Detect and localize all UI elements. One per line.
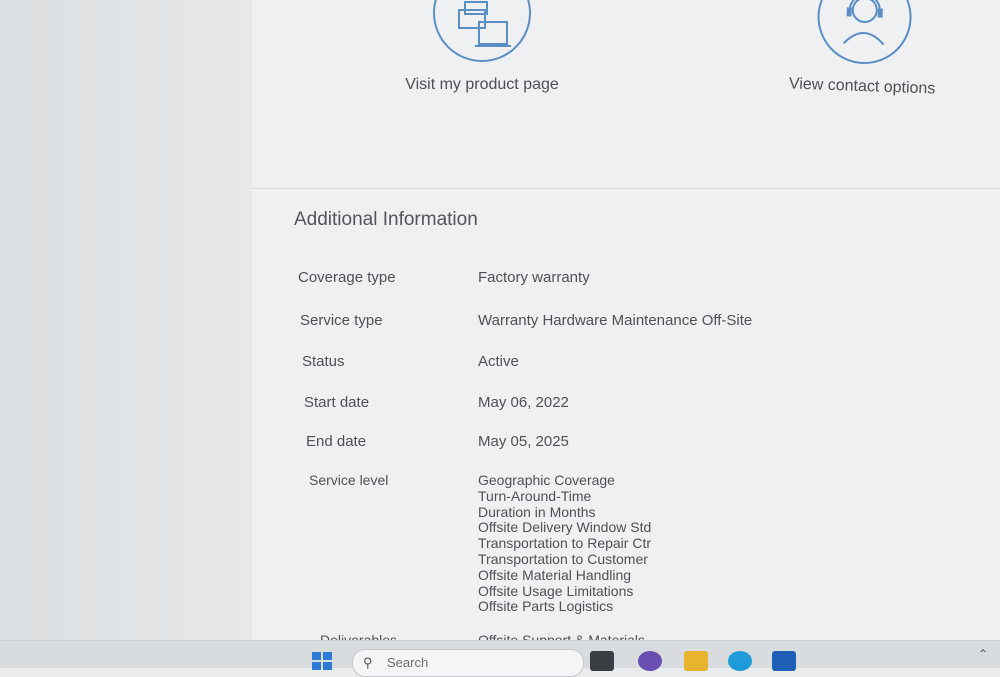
service-level-item: Offsite Parts Logistics <box>478 598 614 615</box>
end-date-value: May 05, 2025 <box>478 433 569 450</box>
coverage-type-value: Factory warranty <box>478 269 590 286</box>
service-level-item: Geographic Coverage <box>478 472 615 488</box>
view-contact-options-action[interactable]: View contact options <box>772 0 956 99</box>
view-contact-options-label: View contact options <box>788 75 936 98</box>
coverage-type-label: Coverage type <box>298 269 396 286</box>
service-level-list: Geographic Coverage Turn-Around-Time Dur… <box>478 472 652 615</box>
status-label: Status <box>302 353 345 370</box>
start-date-value: May 06, 2022 <box>478 394 569 411</box>
chevron-up-icon[interactable]: ⌃ <box>978 647 988 661</box>
task-view-icon[interactable] <box>590 651 614 671</box>
additional-information-heading: Additional Information <box>294 209 478 230</box>
service-type-label: Service type <box>300 312 383 329</box>
service-level-item: Duration in Months <box>478 503 596 520</box>
service-level-item: Offsite Delivery Window Std <box>478 519 652 536</box>
file-explorer-icon[interactable] <box>684 651 708 671</box>
windows-taskbar: ⚲ Search ⌃ <box>0 640 1000 677</box>
search-placeholder: Search <box>387 655 429 670</box>
service-level-item: Offsite Usage Limitations <box>478 582 634 599</box>
windows-start-icon[interactable] <box>310 651 334 671</box>
status-value: Active <box>478 353 519 370</box>
service-level-item: Offsite Material Handling <box>478 566 632 583</box>
search-icon: ⚲ <box>363 655 373 670</box>
support-actions-band: Visit my product page View contact optio… <box>252 0 1000 189</box>
product-icon <box>433 0 531 62</box>
headset-agent-icon <box>815 0 914 66</box>
start-date-label: Start date <box>304 394 370 411</box>
service-level-item: Turn-Around-Time <box>478 487 592 504</box>
service-level-item: Transportation to Customer <box>478 550 648 567</box>
end-date-label: End date <box>306 433 367 450</box>
service-level-item: Transportation to Repair Ctr <box>478 535 651 552</box>
store-app-icon[interactable] <box>772 651 796 671</box>
taskbar-search-input[interactable]: ⚲ Search <box>352 649 584 677</box>
chat-app-icon[interactable] <box>638 651 662 671</box>
main-content: Visit my product page View contact optio… <box>252 0 1000 648</box>
left-sidebar <box>0 0 253 640</box>
service-level-label: Service level <box>309 472 389 488</box>
service-type-value: Warranty Hardware Maintenance Off-Site <box>478 312 753 329</box>
visit-product-page-label: Visit my product page <box>405 76 559 93</box>
visit-product-page-action[interactable]: Visit my product page <box>397 0 567 94</box>
edge-browser-icon[interactable] <box>728 651 752 671</box>
